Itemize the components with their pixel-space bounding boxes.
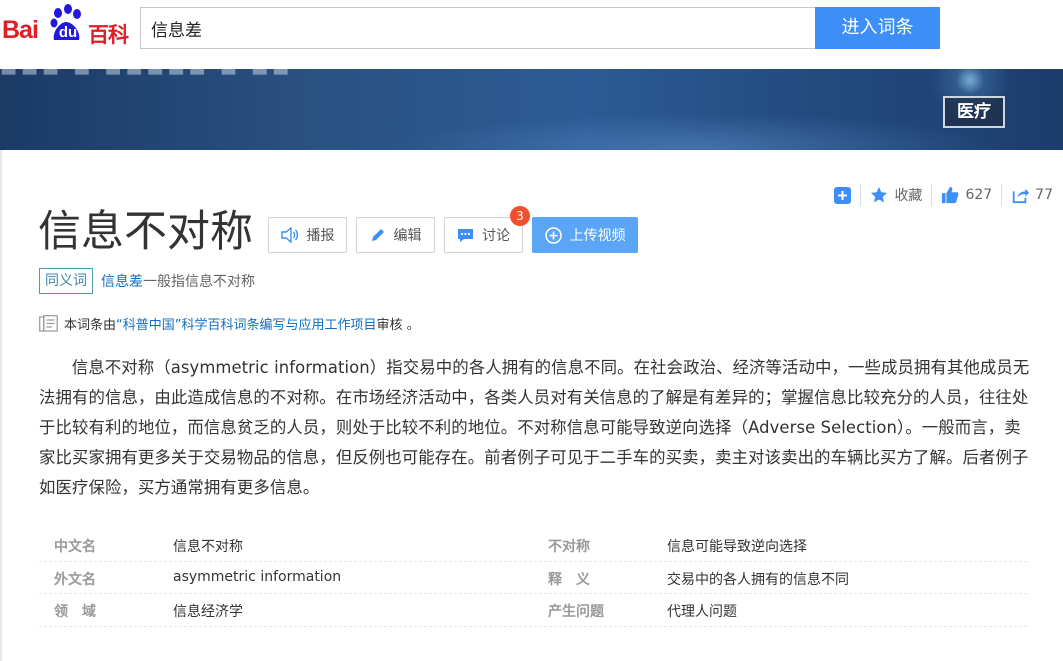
- star-icon: [871, 186, 888, 203]
- synonym-description: 一般指信息不对称: [143, 274, 255, 290]
- like-button[interactable]: 627: [932, 183, 1001, 207]
- info-value: 代理人问题: [667, 604, 737, 620]
- info-key: 领 域: [54, 604, 96, 620]
- info-key: 释 义: [548, 571, 590, 588]
- upload-video-label: 上传视频: [569, 228, 626, 244]
- info-row: 中文名 信息不对称 不对称 信息可能导致逆向选择: [39, 529, 1027, 562]
- chat-bubble-icon: [458, 229, 473, 242]
- plus-square-icon: [834, 186, 852, 204]
- logo-text-bai: Bai: [2, 16, 39, 44]
- add-to-list-button[interactable]: [825, 183, 860, 207]
- info-value: 信息不对称: [173, 539, 243, 555]
- discussion-count-badge: 3: [510, 206, 530, 226]
- info-value: asymmetric information: [173, 568, 342, 585]
- review-prefix: 本词条由: [64, 318, 117, 333]
- entry-title: 信息不对称: [38, 207, 253, 257]
- share-icon: [1012, 188, 1030, 204]
- edit-label: 编辑: [393, 228, 422, 244]
- speaker-icon: [280, 227, 298, 243]
- info-value: 交易中的各人拥有的信息不同: [667, 571, 849, 588]
- favorite-button[interactable]: 收藏: [861, 183, 931, 207]
- pencil-icon: [371, 229, 384, 241]
- info-key: 外文名: [54, 571, 96, 588]
- favorite-label: 收藏: [894, 188, 923, 204]
- share-button[interactable]: 77: [1002, 183, 1053, 207]
- baidu-baike-logo[interactable]: Bai du 百科: [2, 4, 130, 47]
- search-input[interactable]: [140, 7, 816, 49]
- synonym-tag: 同义词: [39, 268, 93, 294]
- discuss-button[interactable]: 讨论: [444, 217, 523, 253]
- info-row: 领 域 信息经济学 产生问题 代理人问题: [39, 594, 1027, 627]
- info-key: 产生问题: [548, 604, 604, 620]
- thumbs-up-icon: [942, 186, 959, 204]
- upload-video-button[interactable]: 上传视频: [532, 217, 638, 253]
- logo-text-baike: 百科: [88, 23, 129, 47]
- play-label: 播报: [306, 228, 335, 244]
- basic-info-table: 中文名 信息不对称 不对称 信息可能导致逆向选择 外文名 asymmetric …: [39, 529, 1027, 627]
- plus-circle-icon: [544, 226, 562, 244]
- edit-button[interactable]: 编辑: [356, 217, 435, 253]
- summary-paragraph: 信息不对称（asymmetric information）指交易中的各人拥有的信…: [39, 358, 1030, 497]
- category-banner: ▬▬▬ ▬ ▬▬▬▬▬ ▬ ▬▬ 医疗: [0, 68, 1063, 150]
- category-tag[interactable]: 医疗: [943, 96, 1005, 128]
- info-value: 信息可能导致逆向选择: [667, 539, 807, 555]
- discuss-label: 讨论: [482, 228, 510, 244]
- logo-text-du: du: [58, 24, 78, 41]
- top-bar: Bai du 百科 进入词条: [0, 0, 1063, 69]
- share-count: 77: [1035, 187, 1053, 203]
- entry-actions: 收藏 627 77: [825, 183, 1053, 207]
- left-edge-divider: [0, 150, 2, 661]
- enter-entry-button[interactable]: 进入词条: [815, 7, 940, 49]
- info-value: 信息经济学: [173, 604, 243, 620]
- info-key: 中文名: [54, 539, 96, 555]
- play-audio-button[interactable]: 播报: [268, 217, 347, 253]
- banner-decoration: ▬▬▬ ▬ ▬▬▬▬▬ ▬ ▬▬: [0, 68, 294, 81]
- synonym-link[interactable]: 信息差: [101, 274, 143, 290]
- info-row: 外文名 asymmetric information 释 义 交易中的各人拥有的…: [39, 562, 1027, 594]
- review-project-link[interactable]: “科普中国”科学百科词条编写与应用工作项目: [116, 314, 376, 333]
- review-suffix: 审核 。: [376, 318, 420, 333]
- synonym-line: 信息差一般指信息不对称: [101, 271, 255, 291]
- document-icon: [39, 315, 58, 332]
- review-notice: 本词条由 “科普中国”科学百科词条编写与应用工作项目 审核 。: [39, 314, 420, 333]
- info-key: 不对称: [548, 539, 590, 555]
- like-count: 627: [965, 187, 993, 203]
